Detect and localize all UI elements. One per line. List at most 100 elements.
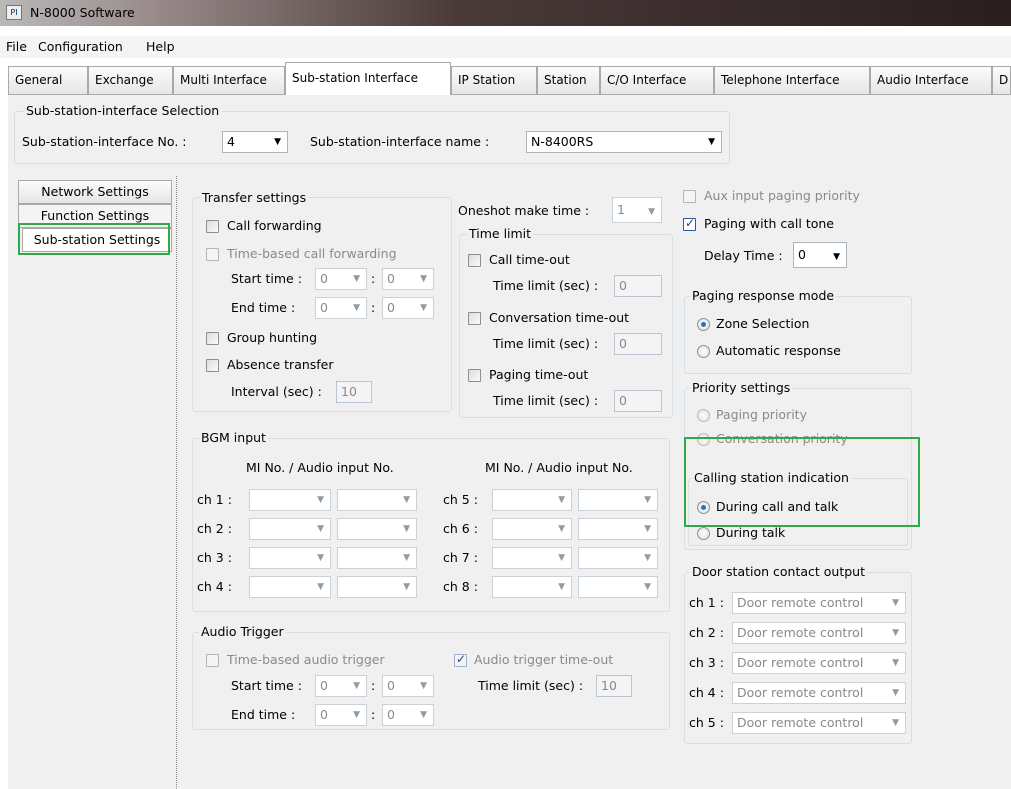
- bgm-channel-label: ch 3 :: [197, 550, 232, 565]
- paging-limit-input[interactable]: 0: [614, 390, 662, 412]
- call-forwarding-checkbox[interactable]: [206, 220, 219, 233]
- chevron-down-icon: ▼: [892, 658, 899, 668]
- door-output-select[interactable]: Door remote control ▼: [732, 622, 906, 644]
- conversation-timeout-checkbox[interactable]: [468, 312, 481, 325]
- interval-input[interactable]: 10: [336, 381, 372, 403]
- tab-general[interactable]: General: [8, 66, 88, 94]
- end-minute-select[interactable]: 0 ▼: [382, 297, 434, 319]
- bgm-channel-label: ch 2 :: [197, 521, 232, 536]
- conversation-limit-input[interactable]: 0: [614, 333, 662, 355]
- oneshot-select[interactable]: 1 ▼: [612, 197, 662, 223]
- trigger-start-minute-value: 0: [387, 678, 395, 693]
- bgm-audio-select[interactable]: ▼: [337, 518, 417, 540]
- bgm-audio-select[interactable]: ▼: [578, 576, 658, 598]
- delay-time-select[interactable]: 0 ▼: [793, 242, 847, 268]
- bgm-right-header: MI No. / Audio input No.: [485, 460, 633, 475]
- content-divider: [176, 176, 177, 789]
- paging-timeout-checkbox[interactable]: [468, 369, 481, 382]
- group-hunting-checkbox[interactable]: [206, 332, 219, 345]
- trigger-start-minute-select[interactable]: 0 ▼: [382, 675, 434, 697]
- trigger-end-minute-value: 0: [387, 707, 395, 722]
- door-output-select[interactable]: Door remote control ▼: [732, 592, 906, 614]
- zone-selection-radio[interactable]: [697, 318, 710, 331]
- substation-no-label: Sub-station-interface No. :: [22, 134, 187, 149]
- paging-response-label: Paging response mode: [690, 288, 837, 303]
- chevron-down-icon: ▼: [558, 553, 565, 563]
- call-timeout-checkbox[interactable]: [468, 254, 481, 267]
- tab-sub-station-interface[interactable]: Sub-station Interface: [285, 62, 451, 95]
- trigger-end-hour-select[interactable]: 0 ▼: [315, 704, 367, 726]
- chevron-down-icon: ▼: [274, 137, 281, 147]
- automatic-response-radio[interactable]: [697, 345, 710, 358]
- start-minute-select[interactable]: 0 ▼: [382, 268, 434, 290]
- door-output-select[interactable]: Door remote control ▼: [732, 652, 906, 674]
- bgm-mi-select[interactable]: ▼: [492, 576, 572, 598]
- menu-configuration[interactable]: Configuration: [38, 39, 123, 54]
- substation-no-select[interactable]: 4 ▼: [222, 131, 288, 153]
- bgm-mi-select[interactable]: ▼: [249, 489, 331, 511]
- chevron-down-icon: ▼: [403, 524, 410, 534]
- paging-priority-radio[interactable]: [697, 409, 710, 422]
- trigger-timeout-checkbox[interactable]: [454, 652, 467, 667]
- door-output-select-value: Door remote control: [737, 655, 864, 670]
- door-channel-label: ch 3 :: [689, 655, 724, 670]
- bgm-channel-label: ch 8 :: [443, 579, 478, 594]
- during-talk-radio[interactable]: [697, 527, 710, 540]
- tab-audio-interface[interactable]: Audio Interface: [870, 66, 992, 94]
- aux-input-checkbox[interactable]: [683, 190, 696, 203]
- bgm-mi-select[interactable]: ▼: [249, 547, 331, 569]
- bgm-channel-label: ch 4 :: [197, 579, 232, 594]
- bgm-mi-select[interactable]: ▼: [492, 547, 572, 569]
- tab-station[interactable]: Station: [537, 66, 600, 94]
- door-channel-label: ch 4 :: [689, 685, 724, 700]
- time-based-trigger-checkbox[interactable]: [206, 654, 219, 667]
- door-output-select[interactable]: Door remote control ▼: [732, 712, 906, 734]
- trigger-limit-input[interactable]: 10: [596, 675, 632, 697]
- tab-co-interface[interactable]: C/O Interface: [600, 66, 714, 94]
- bgm-audio-select[interactable]: ▼: [578, 518, 658, 540]
- door-output-select[interactable]: Door remote control ▼: [732, 682, 906, 704]
- bgm-audio-select[interactable]: ▼: [337, 547, 417, 569]
- bgm-audio-select[interactable]: ▼: [578, 547, 658, 569]
- end-hour-select[interactable]: 0 ▼: [315, 297, 367, 319]
- start-minute-value: 0: [387, 271, 395, 286]
- tab-overflow[interactable]: D: [992, 66, 1011, 94]
- side-tab-network-settings[interactable]: Network Settings: [18, 180, 172, 204]
- door-contact-label: Door station contact output: [690, 564, 868, 579]
- bgm-mi-select[interactable]: ▼: [492, 518, 572, 540]
- tab-exchange[interactable]: Exchange: [88, 66, 173, 94]
- bgm-audio-select[interactable]: ▼: [578, 489, 658, 511]
- bgm-audio-select[interactable]: ▼: [337, 576, 417, 598]
- trigger-start-hour-select[interactable]: 0 ▼: [315, 675, 367, 697]
- bgm-left-header: MI No. / Audio input No.: [246, 460, 394, 475]
- chevron-down-icon: ▼: [558, 582, 565, 592]
- bgm-mi-select[interactable]: ▼: [249, 518, 331, 540]
- end-hour-value: 0: [320, 300, 328, 315]
- bgm-mi-select[interactable]: ▼: [492, 489, 572, 511]
- menu-help[interactable]: Help: [146, 39, 175, 54]
- window-title: N-8000 Software: [30, 5, 135, 20]
- door-output-select-value: Door remote control: [737, 715, 864, 730]
- tab-ip-station[interactable]: IP Station: [451, 66, 537, 94]
- tab-multi-interface[interactable]: Multi Interface: [173, 66, 285, 94]
- paging-call-tone-label: Paging with call tone: [704, 216, 834, 231]
- bgm-mi-select[interactable]: ▼: [249, 576, 331, 598]
- trigger-end-minute-select[interactable]: 0 ▼: [382, 704, 434, 726]
- paging-call-tone-checkbox[interactable]: [683, 216, 696, 231]
- chevron-down-icon: ▼: [644, 495, 651, 505]
- trigger-limit-label: Time limit (sec) :: [478, 678, 584, 693]
- menu-file[interactable]: File: [6, 39, 27, 54]
- call-limit-input[interactable]: 0: [614, 275, 662, 297]
- chevron-down-icon: ▼: [353, 274, 360, 284]
- start-hour-select[interactable]: 0 ▼: [315, 268, 367, 290]
- absence-transfer-checkbox[interactable]: [206, 359, 219, 372]
- substation-name-label: Sub-station-interface name :: [310, 134, 490, 149]
- highlight-box-side-tab: [18, 223, 170, 255]
- time-based-forwarding-checkbox[interactable]: [206, 248, 219, 261]
- chevron-down-icon: ▼: [403, 553, 410, 563]
- substation-name-select[interactable]: N-8400RS ▼: [526, 131, 722, 153]
- audio-trigger-label: Audio Trigger: [199, 624, 286, 639]
- door-output-select-value: Door remote control: [737, 625, 864, 640]
- bgm-audio-select[interactable]: ▼: [337, 489, 417, 511]
- tab-telephone-interface[interactable]: Telephone Interface: [714, 66, 870, 94]
